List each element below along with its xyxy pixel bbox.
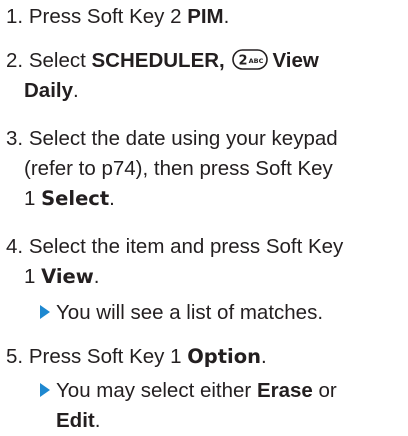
svg-text:2: 2 (239, 54, 248, 69)
step-3-line-1: Select the date using your keypad (28, 127, 338, 150)
step-2-line-2: Daily. (6, 76, 404, 106)
bullet-matches-text: You will see a list of matches. (56, 301, 324, 324)
step-2-text: Select (28, 49, 92, 72)
step-2-number: 2. (6, 49, 24, 72)
step-5: 5. Press Soft Key 1 Option. (6, 342, 404, 372)
step-4: 4. Select the item and press Soft Key 1 … (6, 232, 404, 292)
bullet-edit-bold: Edit (56, 409, 95, 432)
instruction-list: 1. Press Soft Key 2 PIM. 2. Select SCHED… (0, 0, 408, 436)
step-3-line-2: (refer to p74), then press Soft Key (24, 157, 333, 180)
bullet-edit-post: . (94, 409, 101, 432)
bullet-erase-edit: You may select either Erase or Edit. (40, 376, 404, 436)
step-2-line-2-post: . (73, 79, 79, 102)
step-1-text: Press Soft Key 2 (28, 5, 188, 28)
step-3-line-3: 1 Select. (6, 184, 404, 214)
step-3-line-3-post: . (109, 187, 115, 210)
step-1-bold: PIM (187, 5, 224, 28)
bullet-matches: You will see a list of matches. (40, 298, 404, 328)
step-4-number: 4. (6, 235, 24, 258)
step-3-line-3-pre: 1 (24, 187, 42, 210)
bullet-erase-bold: Erase (256, 379, 313, 402)
step-4-line-1: Select the item and press Soft Key (28, 235, 344, 258)
step-3: 3. Select the date using your keypad (re… (6, 124, 404, 214)
step-1-number: 1. (6, 5, 24, 28)
step-1-post: . (223, 5, 230, 28)
step-5-bold: Option (187, 345, 262, 368)
step-3-number: 3. (6, 127, 24, 150)
step-4-line-2-post: . (93, 265, 100, 288)
2-abc-key-icon: 2 ABC (232, 49, 269, 70)
step-2-bold: SCHEDULER, (91, 49, 225, 72)
step-2: 2. Select SCHEDULER, 2 ABC View Daily. (6, 46, 404, 106)
step-4-line-2-pre: 1 (24, 265, 42, 288)
step-4-line-2-bold: View (41, 265, 94, 288)
step-5-number: 5. (6, 345, 24, 368)
arrow-right-icon (40, 305, 50, 319)
step-3-line-3-bold: Select (41, 187, 110, 210)
bullet-erase-edit-pre: You may select either (56, 379, 257, 402)
step-4-line-2: 1 View. (6, 262, 404, 292)
bullet-erase-edit-mid: or (312, 379, 337, 402)
step-2-line-2-bold: Daily (24, 79, 73, 102)
step-5-text: Press Soft Key 1 (28, 345, 188, 368)
svg-text:ABC: ABC (249, 57, 264, 65)
arrow-right-icon (40, 383, 50, 397)
bullet-erase-edit-line-2: Edit. (40, 406, 404, 436)
step-2-bold-2: View (272, 49, 319, 72)
step-5-post: . (261, 345, 267, 368)
step-1: 1. Press Soft Key 2 PIM. (6, 2, 404, 32)
